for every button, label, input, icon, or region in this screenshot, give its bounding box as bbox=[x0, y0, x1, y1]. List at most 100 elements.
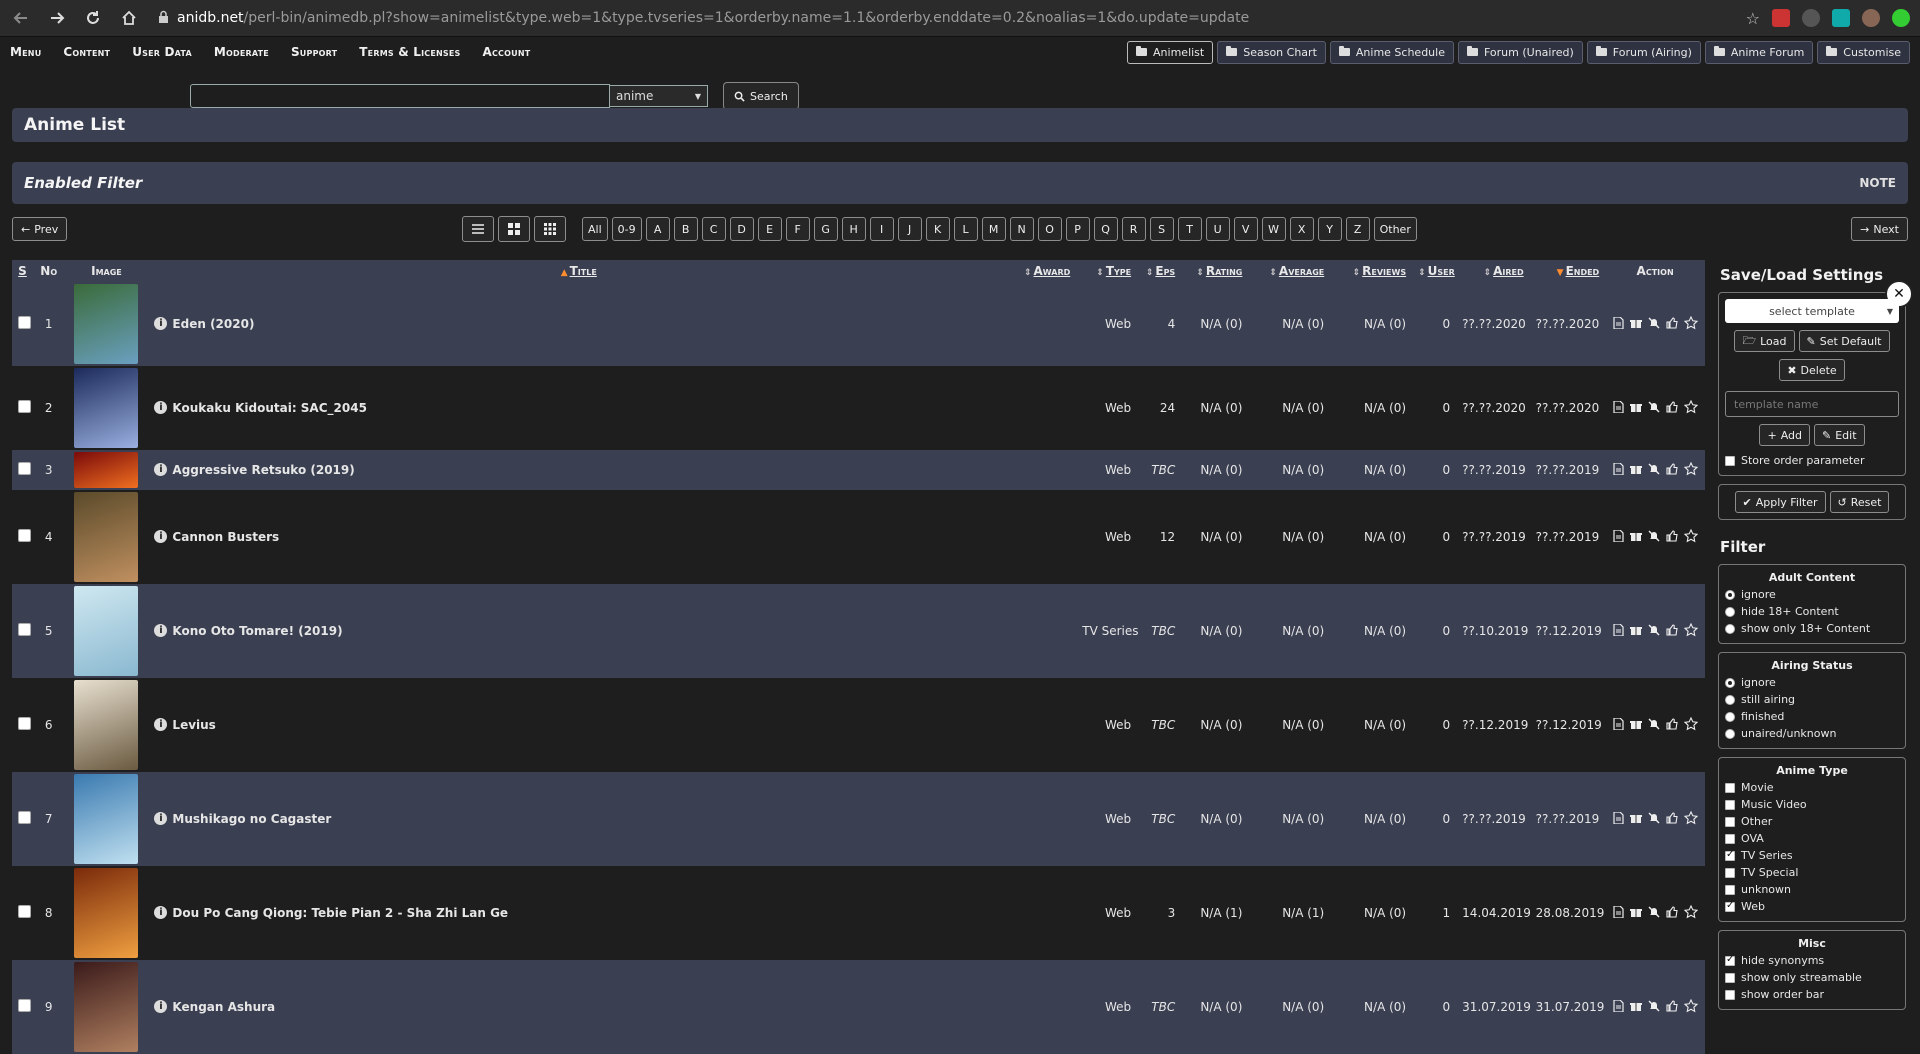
anime-thumbnail[interactable] bbox=[74, 452, 139, 488]
season-chart-link[interactable]: Season Chart bbox=[1217, 40, 1326, 64]
gift-icon[interactable] bbox=[1629, 317, 1642, 332]
bell-slash-icon[interactable] bbox=[1648, 718, 1660, 733]
col-ended[interactable]: ▼ Ended bbox=[1529, 260, 1606, 282]
row-checkbox[interactable] bbox=[18, 717, 31, 730]
file-icon[interactable] bbox=[1612, 399, 1624, 416]
bell-slash-icon[interactable] bbox=[1648, 1000, 1660, 1015]
airing-option[interactable]: finished bbox=[1725, 708, 1899, 725]
radio-button[interactable] bbox=[1725, 623, 1735, 634]
misc-option[interactable]: show only streamable bbox=[1725, 969, 1899, 986]
star-icon[interactable] bbox=[1683, 998, 1698, 1016]
letter-y[interactable]: Y bbox=[1317, 217, 1342, 241]
checkbox[interactable] bbox=[1725, 833, 1735, 844]
anime-thumbnail[interactable] bbox=[74, 962, 139, 1052]
set-default-button[interactable]: ✎ Set Default bbox=[1798, 330, 1890, 352]
anime-title-link[interactable]: Aggressive Retsuko (2019) bbox=[172, 463, 354, 477]
info-icon[interactable]: i bbox=[154, 812, 168, 825]
col-type[interactable]: ⇕ Type bbox=[1076, 260, 1138, 282]
file-icon[interactable] bbox=[1612, 622, 1624, 639]
gift-icon[interactable] bbox=[1629, 530, 1642, 545]
gift-icon[interactable] bbox=[1629, 624, 1642, 639]
row-checkbox[interactable] bbox=[18, 400, 31, 413]
letter-t[interactable]: T bbox=[1177, 217, 1202, 241]
row-checkbox[interactable] bbox=[18, 529, 31, 542]
anime-schedule-link[interactable]: Anime Schedule bbox=[1329, 40, 1454, 64]
thumbs-up-icon[interactable] bbox=[1666, 717, 1678, 733]
star-icon[interactable] bbox=[1683, 716, 1698, 734]
bell-slash-icon[interactable] bbox=[1648, 317, 1660, 332]
file-icon[interactable] bbox=[1612, 461, 1624, 478]
info-icon[interactable]: i bbox=[154, 906, 168, 919]
update-icon[interactable] bbox=[1892, 9, 1910, 27]
anime-thumbnail[interactable] bbox=[74, 368, 139, 448]
search-button[interactable]: Search bbox=[723, 82, 799, 110]
letter-n[interactable]: N bbox=[1009, 217, 1034, 241]
anime-thumbnail[interactable] bbox=[74, 284, 139, 364]
airing-option[interactable]: ignore bbox=[1725, 674, 1899, 691]
thumbs-up-icon[interactable] bbox=[1666, 999, 1678, 1015]
col-title[interactable]: ▲ Title bbox=[148, 260, 1010, 282]
star-icon[interactable] bbox=[1683, 399, 1698, 417]
address-bar[interactable]: anidb.net/perl-bin/animedb.pl?show=anime… bbox=[154, 5, 1732, 31]
info-icon[interactable]: i bbox=[154, 463, 168, 476]
star-icon[interactable] bbox=[1683, 461, 1698, 479]
letter-b[interactable]: B bbox=[673, 217, 698, 241]
radio-button[interactable] bbox=[1725, 728, 1735, 739]
anime-title-link[interactable]: Eden (2020) bbox=[172, 317, 254, 331]
airing-option[interactable]: unaired/unknown bbox=[1725, 725, 1899, 742]
gift-icon[interactable] bbox=[1629, 463, 1642, 478]
row-checkbox[interactable] bbox=[18, 999, 31, 1012]
letter-a[interactable]: A bbox=[645, 217, 670, 241]
star-icon[interactable] bbox=[1683, 528, 1698, 546]
type-option[interactable]: Web bbox=[1725, 898, 1899, 915]
file-icon[interactable] bbox=[1612, 716, 1624, 733]
type-option[interactable]: TV Series bbox=[1725, 847, 1899, 864]
letter-x[interactable]: X bbox=[1289, 217, 1314, 241]
letter-o[interactable]: O bbox=[1037, 217, 1062, 241]
thumbs-up-icon[interactable] bbox=[1666, 905, 1678, 921]
star-icon[interactable] bbox=[1683, 315, 1698, 333]
anime-title-link[interactable]: Kengan Ashura bbox=[172, 1000, 275, 1014]
airing-option[interactable]: still airing bbox=[1725, 691, 1899, 708]
info-icon[interactable]: i bbox=[154, 530, 168, 543]
template-select[interactable]: select template ▼ bbox=[1725, 299, 1899, 323]
gift-icon[interactable] bbox=[1629, 906, 1642, 921]
menu-item-menu[interactable]: Menu bbox=[10, 45, 41, 59]
checkbox[interactable] bbox=[1725, 799, 1735, 810]
col-s[interactable]: S bbox=[12, 260, 33, 282]
letter-f[interactable]: F bbox=[785, 217, 810, 241]
mail-extension-icon[interactable] bbox=[1772, 9, 1790, 27]
anime-thumbnail[interactable] bbox=[74, 492, 139, 582]
row-checkbox[interactable] bbox=[18, 462, 31, 475]
misc-option[interactable]: hide synonyms bbox=[1725, 952, 1899, 969]
anime-thumbnail[interactable] bbox=[74, 680, 139, 770]
letter-l[interactable]: L bbox=[953, 217, 978, 241]
letter-s[interactable]: S bbox=[1149, 217, 1174, 241]
letter-d[interactable]: D bbox=[729, 217, 754, 241]
checkbox[interactable] bbox=[1725, 954, 1735, 966]
thumbs-up-icon[interactable] bbox=[1666, 400, 1678, 416]
anime-title-link[interactable]: Cannon Busters bbox=[172, 530, 279, 544]
anime-title-link[interactable]: Mushikago no Cagaster bbox=[172, 812, 331, 826]
gift-icon[interactable] bbox=[1629, 401, 1642, 416]
tile-view-button[interactable] bbox=[534, 216, 566, 242]
letter-all[interactable]: All bbox=[582, 217, 608, 241]
grid-view-button[interactable] bbox=[498, 216, 530, 242]
star-icon[interactable] bbox=[1683, 904, 1698, 922]
letter-c[interactable]: C bbox=[701, 217, 726, 241]
anime-forum-link[interactable]: Anime Forum bbox=[1704, 40, 1814, 64]
bell-slash-icon[interactable] bbox=[1648, 530, 1660, 545]
file-icon[interactable] bbox=[1612, 528, 1624, 545]
menu-item-user-data[interactable]: User Data bbox=[132, 45, 192, 59]
col-reviews[interactable]: ⇕ Reviews bbox=[1330, 260, 1413, 282]
radio-button[interactable] bbox=[1725, 589, 1735, 600]
checkbox[interactable] bbox=[1725, 867, 1735, 878]
letter-v[interactable]: V bbox=[1233, 217, 1258, 241]
type-option[interactable]: Other bbox=[1725, 813, 1899, 830]
letter-m[interactable]: M bbox=[981, 217, 1006, 241]
letter-z[interactable]: Z bbox=[1345, 217, 1370, 241]
letter-j[interactable]: J bbox=[897, 217, 922, 241]
checkbox[interactable] bbox=[1725, 972, 1735, 983]
adult-option[interactable]: ignore bbox=[1725, 586, 1899, 603]
radio-button[interactable] bbox=[1725, 606, 1735, 617]
